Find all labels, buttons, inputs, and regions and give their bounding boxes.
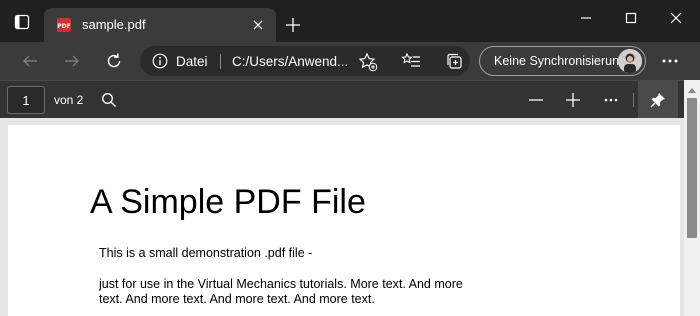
pin-toolbar-icon[interactable] (638, 81, 678, 119)
page-number-input[interactable] (7, 86, 45, 114)
zoom-out-icon[interactable] (524, 88, 548, 112)
new-tab-icon[interactable] (282, 14, 304, 36)
avatar (618, 49, 642, 73)
address-url[interactable]: C:/Users/Anwend... (232, 54, 348, 69)
favorites-icon[interactable] (397, 48, 425, 74)
zoom-in-icon[interactable] (561, 88, 585, 112)
tab-title: sample.pdf (82, 17, 146, 32)
tab-actions-icon[interactable] (12, 12, 32, 32)
more-menu-icon[interactable] (656, 48, 684, 74)
add-favorite-icon[interactable] (358, 52, 378, 72)
minimize-icon[interactable] (566, 6, 606, 30)
info-icon[interactable] (152, 53, 168, 69)
address-divider (220, 54, 221, 69)
pdf-toolbar: von 2 (0, 80, 684, 119)
address-scheme-label: Datei (176, 54, 208, 69)
vertical-scrollbar[interactable] (684, 80, 700, 316)
title-bar: PDF sample.pdf (0, 0, 700, 42)
refresh-icon[interactable] (100, 48, 128, 74)
more-options-icon[interactable] (599, 88, 623, 112)
forward-arrow-icon[interactable] (58, 48, 86, 74)
collections-icon[interactable] (440, 48, 468, 74)
document-line: just for use in the Virtual Mechanics tu… (99, 277, 463, 291)
profile-sync-button[interactable]: Keine Synchronisierung (479, 46, 646, 76)
document-line: This is a small demonstration .pdf file … (99, 246, 313, 260)
navigation-bar: Datei C:/Users/Anwend... Keine Synchroni… (0, 42, 700, 80)
tab-sample-pdf[interactable]: PDF sample.pdf (44, 8, 276, 42)
scroll-up-arrow-icon[interactable] (684, 84, 700, 96)
back-arrow-icon[interactable] (16, 48, 44, 74)
document-viewport[interactable]: A Simple PDF File This is a small demons… (0, 118, 684, 316)
document-line: text. And more text. And more text. And … (99, 292, 375, 306)
page-count-label: von 2 (54, 93, 84, 107)
svg-text:PDF: PDF (57, 23, 70, 30)
toolbar-divider (633, 93, 634, 107)
close-window-icon[interactable] (656, 6, 696, 30)
pdf-file-icon: PDF (56, 17, 72, 33)
close-tab-icon[interactable] (248, 15, 268, 35)
maximize-icon[interactable] (611, 6, 651, 30)
sync-label: Keine Synchronisierung (494, 54, 627, 68)
document-title: A Simple PDF File (90, 183, 366, 221)
pdf-page: A Simple PDF File This is a small demons… (8, 125, 680, 316)
scroll-thumb[interactable] (687, 98, 697, 238)
search-icon[interactable] (97, 88, 121, 112)
